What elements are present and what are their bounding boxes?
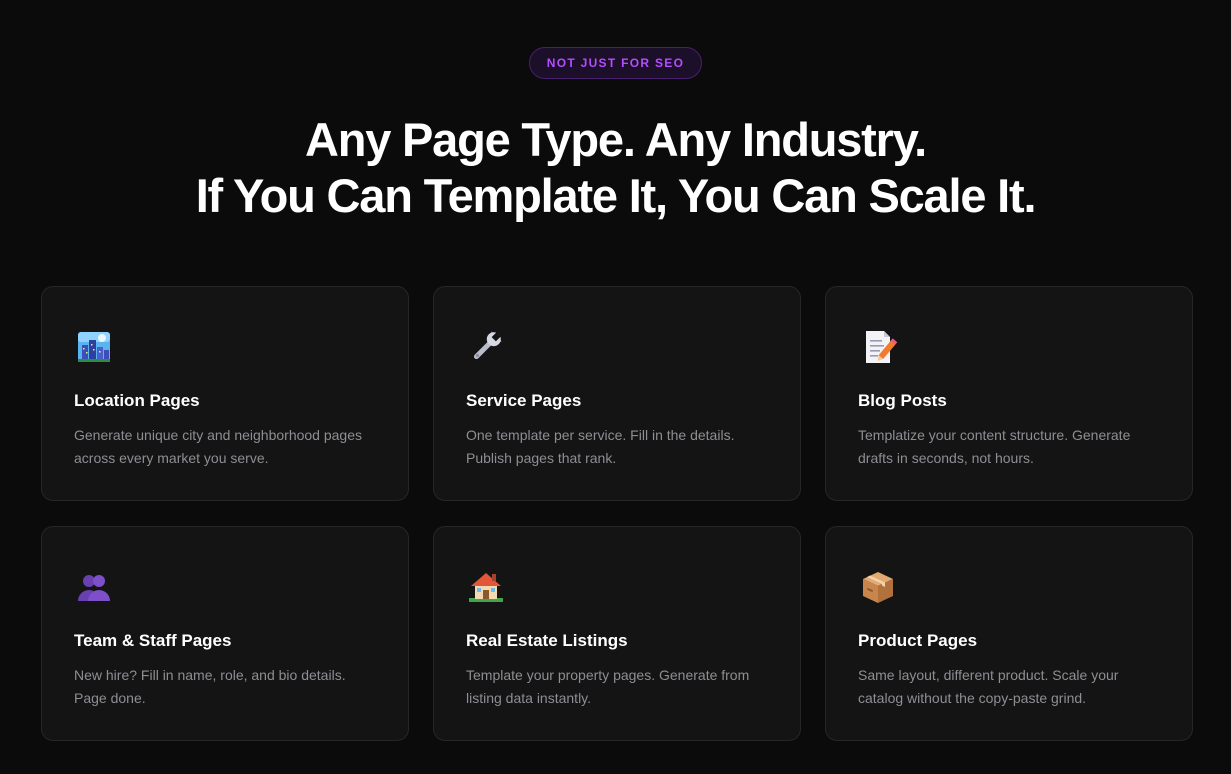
card-description: Template your property pages. Generate f… <box>466 667 750 706</box>
card-description: One template per service. Fill in the de… <box>466 427 735 466</box>
house-icon <box>469 573 503 602</box>
section-headline: Any Page Type. Any Industry. If You Can … <box>0 112 1231 224</box>
card-title: Product Pages <box>858 631 978 650</box>
feature-grid: Location Pages Generate unique city and … <box>41 286 1193 741</box>
features-section: NOT JUST FOR SEO Any Page Type. Any Indu… <box>0 0 1231 774</box>
card-location-pages: Location Pages Generate unique city and … <box>41 286 409 501</box>
memo-icon <box>866 331 898 363</box>
card-team-staff-pages: Team & Staff Pages New hire? Fill in nam… <box>41 526 409 741</box>
card-title: Location Pages <box>74 391 200 410</box>
badge-container: NOT JUST FOR SEO <box>0 47 1231 79</box>
wrench-icon <box>473 331 502 360</box>
cityscape-icon <box>78 332 110 362</box>
card-description: Same layout, different product. Scale yo… <box>858 667 1119 706</box>
card-title: Team & Staff Pages <box>74 631 232 650</box>
card-description: Templatize your content structure. Gener… <box>858 427 1131 466</box>
card-blog-posts: Blog Posts Templatize your content struc… <box>825 286 1193 501</box>
package-icon <box>863 572 893 603</box>
headline-line-1: Any Page Type. Any Industry. <box>304 113 927 166</box>
card-product-pages: Product Pages Same layout, different pro… <box>825 526 1193 741</box>
card-title: Real Estate Listings <box>466 631 628 650</box>
card-description: New hire? Fill in name, role, and bio de… <box>74 667 346 706</box>
card-real-estate-listings: Real Estate Listings Template your prope… <box>433 526 801 741</box>
card-service-pages: Service Pages One template per service. … <box>433 286 801 501</box>
card-title: Blog Posts <box>858 391 947 410</box>
headline-line-2: If You Can Template It, You Can Scale It… <box>195 169 1037 222</box>
card-description: Generate unique city and neighborhood pa… <box>74 427 362 466</box>
card-title: Service Pages <box>466 391 582 410</box>
section-badge: NOT JUST FOR SEO <box>528 47 703 79</box>
people-icon <box>78 575 110 601</box>
